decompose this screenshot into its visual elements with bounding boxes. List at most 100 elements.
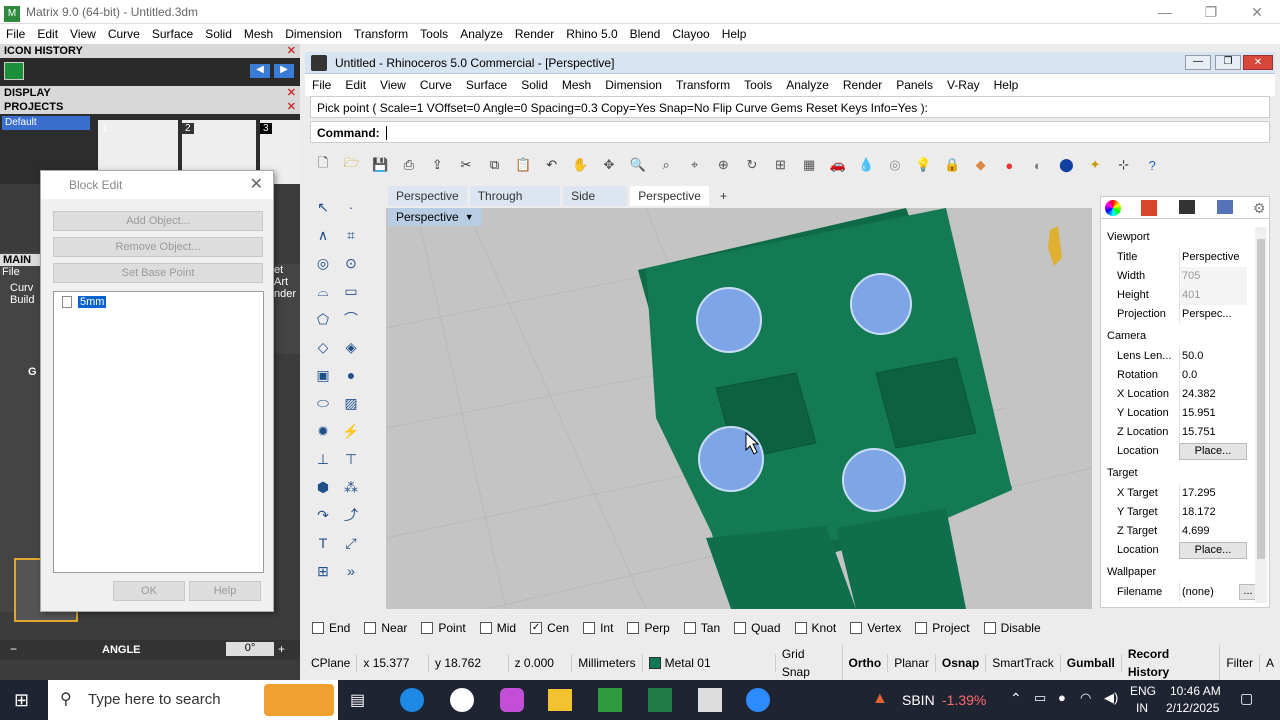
rhino-menu-item[interactable]: Render [836, 74, 889, 96]
cplane[interactable]: CPlane [305, 654, 358, 672]
menu-item[interactable]: Dimension [279, 24, 348, 44]
task-view-icon[interactable]: ▤ [350, 690, 365, 710]
lang[interactable]: ENG [1130, 684, 1156, 698]
tab-side-view[interactable]: Side View [563, 186, 628, 223]
gear-icon[interactable]: ⚙ [1253, 200, 1266, 217]
rhino-menu-item[interactable]: Analyze [779, 74, 836, 96]
rhino-menu-item[interactable]: Solid [514, 74, 555, 96]
rhino-menu-item[interactable]: Panels [889, 74, 940, 96]
osnap-toggle[interactable]: Osnap [936, 654, 987, 672]
copy-icon[interactable]: ⧉ [484, 154, 506, 176]
select-icon[interactable]: ↖ [312, 196, 334, 218]
menu-item[interactable]: Blend [624, 24, 667, 44]
checkbox[interactable] [421, 622, 434, 634]
rhino-menu-item[interactable]: V-Ray [940, 74, 987, 96]
zoom-extents-icon[interactable]: ⌖ [684, 154, 706, 176]
transform-icon[interactable]: ✹ [312, 420, 334, 442]
property-value[interactable]: 4.699 [1179, 522, 1247, 541]
checkbox[interactable] [312, 622, 324, 634]
edge-icon[interactable] [400, 688, 424, 712]
place-button[interactable]: Place... [1179, 443, 1247, 460]
close-icon[interactable]: ✕ [1234, 0, 1280, 24]
menu-item[interactable]: Solid [199, 24, 238, 44]
menu-item[interactable]: Mesh [238, 24, 279, 44]
pan-icon[interactable]: ✋ [569, 154, 591, 176]
osnap-quad[interactable]: Quad [734, 621, 781, 635]
rhino-menu-item[interactable]: Help [987, 74, 1026, 96]
osnap-mid[interactable]: Mid [479, 621, 516, 635]
osnap-project[interactable]: Project [915, 621, 970, 635]
rhino-menu-item[interactable]: Dimension [598, 74, 669, 96]
undo-icon[interactable]: ↶ [541, 154, 563, 176]
chevron-down-icon[interactable]: ▼ [465, 208, 474, 226]
checkbox[interactable] [850, 622, 863, 634]
light-icon[interactable]: ✦ [1084, 154, 1106, 176]
drop-icon[interactable]: 💧 [855, 154, 877, 176]
osnap-knot[interactable]: Knot [794, 621, 836, 635]
remove-object-button[interactable]: Remove Object... [53, 237, 263, 257]
grid-view-icon[interactable]: ▦ [798, 154, 820, 176]
property-value[interactable]: Perspective [1179, 248, 1247, 267]
property-value[interactable]: 0.0 [1179, 366, 1247, 385]
place-button[interactable]: Place... [1179, 542, 1247, 559]
property-value[interactable]: 24.382 [1179, 385, 1247, 404]
osnap-cen[interactable]: ✓ Cen [530, 621, 569, 635]
projects-header[interactable]: PROJECTS ✕ [0, 100, 300, 114]
checkbox[interactable] [479, 622, 492, 634]
checkbox[interactable] [983, 622, 996, 634]
osnap-point[interactable]: Point [421, 621, 466, 635]
volume-icon[interactable]: ◀) [1104, 690, 1118, 706]
menu-item[interactable]: Render [509, 24, 560, 44]
filename-value[interactable]: (none) [1179, 583, 1235, 602]
sphere-icon[interactable]: ● [340, 364, 362, 386]
copilot-icon[interactable] [500, 688, 524, 712]
file-explorer-icon[interactable] [548, 689, 572, 711]
chevron-up-icon[interactable]: ⌃ [1010, 690, 1022, 707]
angle-input[interactable]: 0° [226, 642, 274, 656]
command-input[interactable] [386, 126, 391, 140]
circle-icon[interactable]: ◎ [884, 154, 906, 176]
surface-icon[interactable]: ◇ [312, 336, 334, 358]
car-icon[interactable]: 🚗 [827, 154, 849, 176]
zoom-selected-icon[interactable]: ⊕ [712, 154, 734, 176]
close-icon[interactable]: ✕ [287, 100, 296, 114]
new-icon[interactable]: 🗋 [312, 154, 334, 176]
mini-build[interactable]: Build [0, 294, 40, 306]
wifi-icon[interactable]: ◠ [1080, 690, 1091, 706]
arrow-left-icon[interactable]: ◀ [250, 64, 270, 78]
rhino-app-icon[interactable] [698, 688, 722, 712]
material-icon[interactable] [1141, 200, 1157, 216]
menu-item[interactable]: View [64, 24, 102, 44]
stock-name[interactable]: SBIN [902, 692, 935, 708]
osnap-vertex[interactable]: Vertex [850, 621, 901, 635]
menu-item[interactable]: Curve [102, 24, 146, 44]
print-icon[interactable]: ⎙ [398, 154, 420, 176]
osnap-tan[interactable]: Tan [683, 621, 720, 635]
tab-through-finger[interactable]: Through Finger [469, 186, 561, 223]
polyline-icon[interactable]: ∧ [312, 224, 334, 246]
render-icon[interactable]: ⬤ [1055, 154, 1077, 176]
viewport-label[interactable]: Perspective ▼ [388, 208, 482, 226]
notification-icon[interactable]: ▢ [1240, 690, 1253, 707]
filter-toggle[interactable]: Filter [1220, 654, 1260, 672]
menu-item[interactable]: Tools [414, 24, 454, 44]
arc-icon[interactable]: ⌓ [312, 280, 334, 302]
array-icon[interactable]: ⁂ [340, 476, 362, 498]
checkbox[interactable] [915, 622, 928, 634]
menu-item[interactable]: Rhino 5.0 [560, 24, 623, 44]
osnap-int[interactable]: Int [583, 621, 613, 635]
checkbox[interactable] [734, 622, 747, 634]
revolve-icon[interactable]: ⤴ [340, 504, 362, 526]
add-tab-icon[interactable]: + [712, 186, 735, 206]
taskbar-search[interactable]: ⚲ Type here to search [48, 680, 338, 720]
display-header[interactable]: DISPLAY ✕ [0, 86, 300, 100]
rectangle-icon[interactable]: ▭ [340, 280, 362, 302]
display-icon[interactable] [1179, 200, 1195, 214]
grid-snap-toggle[interactable]: Grid Snap [776, 645, 843, 681]
chrome-icon[interactable] [450, 688, 474, 712]
close-icon[interactable]: ✕ [287, 86, 296, 100]
excel-icon[interactable] [648, 688, 672, 712]
list-item[interactable]: 5mm [62, 296, 107, 308]
tab-perspective[interactable]: Perspective [388, 186, 467, 206]
more-icon[interactable]: » [340, 560, 362, 582]
